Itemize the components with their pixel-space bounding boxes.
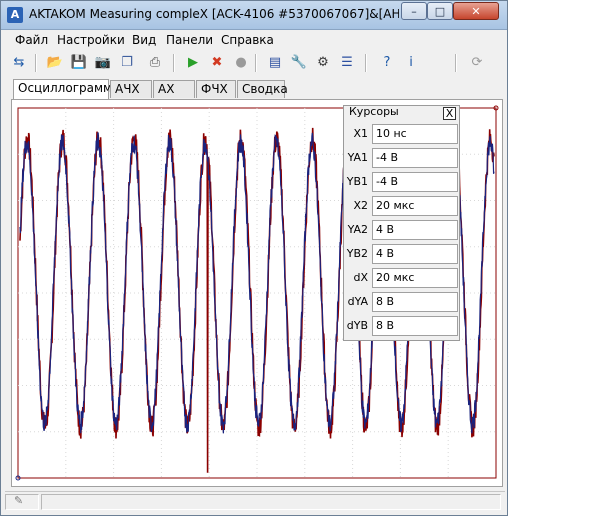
title-bar[interactable]: A AKTAKOM Measuring compleX [ACK-4106 #5… [1,1,507,30]
toolbar-separator [255,54,257,72]
tab-oscillograms[interactable]: Осциллограммы [13,79,122,99]
cursor-value-dx[interactable]: 20 мкс [372,268,458,288]
status-message-cell [41,494,501,510]
cursor-label-yb2: YB2 [346,247,368,260]
stop-button[interactable]: ✖ [207,53,227,73]
print-button[interactable]: ⎙ [145,53,165,73]
toolbar-separator [455,54,457,72]
cursor-label-yb1: YB1 [346,175,368,188]
about-button[interactable]: i [401,53,421,73]
close-button[interactable]: ✕ [453,2,499,20]
tab-summary[interactable]: Сводка [237,80,288,98]
channel-list-button[interactable]: ☰ [337,53,357,73]
record-button[interactable]: ● [231,53,251,73]
cursor-value-x2[interactable]: 20 мкс [372,196,458,216]
menu-bar: Файл Настройки Вид Панели Справка [1,30,507,50]
cursor-label-x1: X1 [353,127,368,140]
menu-help[interactable]: Справка [221,33,274,49]
stop-icon: ✖ [211,55,223,70]
window-title: AKTAKOM Measuring compleX [ACK-4106 #537… [29,7,399,21]
toolbar: ⇆ 📂 💾 📷 ❐ ⎙ ▶ ✖ ● ▤ 🔧 ⚙ ☰? i ⟳ [3,51,505,77]
cursors-panel: Курсоры X X1 10 нс YA1 -4 В YB1 -4 В X2 20 мкс Y… [343,105,460,341]
tools-button[interactable]: 🔧 [289,53,309,73]
status-edit-cell: ✎ [5,494,39,510]
cursor-label-ya1: YA1 [347,151,368,164]
cursor-value-yb2[interactable]: 4 В [372,244,458,264]
cursor-label-dyb: dYB [346,319,368,332]
toolbar-separator [173,54,175,72]
help-icon: ? [383,55,391,70]
info-panel-icon: ▤ [268,55,282,70]
connect-button[interactable]: ⇆ [9,53,29,73]
tools-icon: 🔧 [290,55,308,70]
exit-button[interactable]: ⟳ [467,53,487,73]
copy-button[interactable]: ❐ [117,53,137,73]
menu-settings[interactable]: Настройки [57,33,125,49]
help-button[interactable]: ? [377,53,397,73]
save-icon: 💾 [70,55,88,70]
status-bar: ✎ [5,491,505,512]
menu-view[interactable]: Вид [132,33,156,49]
about-icon: i [409,55,413,70]
camera-button[interactable]: 📷 [93,53,113,73]
print-icon: ⎙ [149,55,161,70]
cursors-close-button[interactable]: X [443,107,456,120]
run-button[interactable]: ▶ [183,53,203,73]
cursor-value-dya[interactable]: 8 В [372,292,458,312]
cursor-value-ya2[interactable]: 4 В [372,220,458,240]
copy-icon: ❐ [121,55,133,70]
pencil-icon: ✎ [14,494,24,507]
cursor-value-ya1[interactable]: -4 В [372,148,458,168]
menu-panels[interactable]: Панели [166,33,213,49]
run-icon: ▶ [188,55,198,70]
record-icon: ● [235,55,247,70]
app-window: A AKTAKOM Measuring compleX [ACK-4106 #5… [0,0,508,516]
camera-icon: 📷 [94,55,112,70]
exit-icon: ⟳ [471,55,483,70]
toolbar-separator [365,54,367,72]
tab-afc[interactable]: АЧХ [110,80,152,98]
cursor-label-x2: X2 [353,199,368,212]
cursor-value-yb1[interactable]: -4 В [372,172,458,192]
app-icon: A [7,7,23,23]
cursor-label-ya2: YA2 [347,223,368,236]
open-folder-button[interactable]: 📂 [45,53,65,73]
scope-settings-button[interactable]: ⚙ [313,53,333,73]
scope-settings-icon: ⚙ [317,55,329,70]
cursors-panel-title: Курсоры [349,105,399,118]
tab-pfc[interactable]: ФЧХ [196,80,236,98]
save-button[interactable]: 💾 [69,53,89,73]
connect-icon: ⇆ [13,55,25,70]
cursor-value-x1[interactable]: 10 нс [372,124,458,144]
minimize-button[interactable]: – [401,2,427,20]
cursor-label-dya: dYA [347,295,368,308]
tab-ac[interactable]: АХ [153,80,195,98]
cursor-label-dx: dX [353,271,368,284]
maximize-button[interactable]: □ [427,2,453,20]
open-folder-icon: 📂 [46,55,64,70]
cursor-value-dyb[interactable]: 8 В [372,316,458,336]
info-panel-button[interactable]: ▤ [265,53,285,73]
menu-file[interactable]: Файл [15,33,48,49]
toolbar-separator [35,54,37,72]
channel-list-icon: ☰ [341,55,353,70]
